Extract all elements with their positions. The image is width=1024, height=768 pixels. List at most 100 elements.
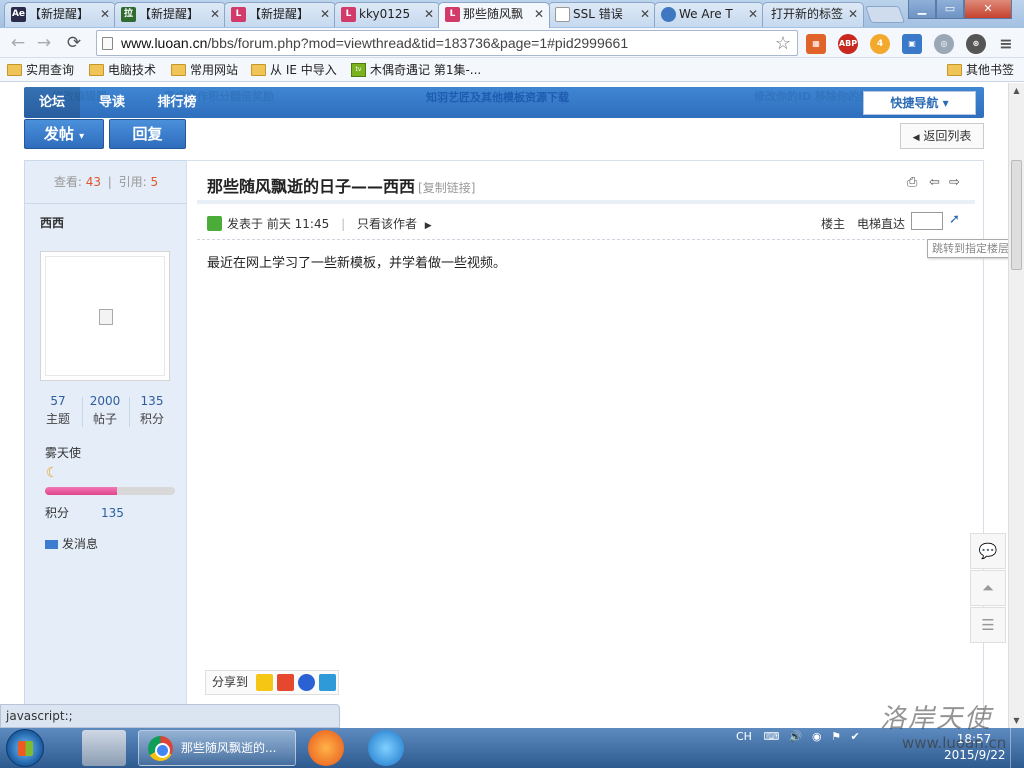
luoan-icon: L	[445, 7, 460, 22]
show-desktop-button[interactable]	[1010, 728, 1024, 768]
bookmark-folder[interactable]: 常用网站	[170, 61, 238, 79]
next-thread-icon[interactable]: ⇨	[949, 175, 960, 190]
page-scrollbar[interactable]: ▲ ▼	[1008, 83, 1024, 728]
page-icon	[102, 37, 113, 50]
tab-6[interactable]: SSL 错误 ✕	[548, 2, 656, 27]
weibo-icon[interactable]	[277, 674, 294, 691]
keyboard-icon[interactable]: ⌨	[763, 730, 779, 743]
flag-icon[interactable]: ⚑	[831, 730, 841, 743]
security-check-icon[interactable]: ✔	[851, 730, 860, 743]
close-icon[interactable]: ✕	[320, 3, 330, 25]
start-button[interactable]	[6, 729, 44, 767]
steering-icon[interactable]: ⊛	[966, 34, 986, 54]
only-author-link[interactable]: 只看该作者	[357, 217, 417, 231]
thread-title: 那些随风飘逝的日子——西西 [复制链接]	[207, 173, 475, 197]
other-bookmarks-folder[interactable]: 其他书签	[946, 61, 1014, 79]
floor-number-input[interactable]	[911, 212, 943, 230]
internet-explorer-icon[interactable]	[368, 730, 404, 766]
screenshot-icon[interactable]: ▣	[902, 34, 922, 54]
adblock-icon[interactable]: ABP	[838, 34, 858, 54]
avatar[interactable]	[40, 251, 170, 381]
scroll-down-icon[interactable]: ▼	[1009, 713, 1024, 728]
bookmark-folder[interactable]: 电脑技术	[88, 61, 156, 79]
scroll-up-icon[interactable]: ▲	[1009, 83, 1024, 98]
new-tab-button[interactable]	[864, 6, 906, 23]
quick-nav-button[interactable]: 快捷导航 ▾	[863, 91, 976, 115]
previous-thread-icon[interactable]: ⇦	[929, 175, 940, 190]
close-icon[interactable]: ✕	[100, 3, 110, 25]
tab-8[interactable]: 打开新的标签 ✕	[762, 2, 864, 27]
close-window-button[interactable]: ✕	[964, 0, 1012, 19]
network-icon[interactable]: ◉	[812, 730, 822, 743]
author-stat-posts[interactable]: 2000 帖子	[82, 394, 128, 427]
tab-2[interactable]: 拉 【新提醒】 ✕	[114, 2, 226, 27]
nav-tab-forum[interactable]: 论坛	[24, 87, 80, 118]
baidu-paw-icon[interactable]	[298, 674, 315, 691]
bookmark-item[interactable]: tv 木偶奇遇记 第1集-...	[350, 61, 481, 79]
qzone-icon[interactable]	[256, 674, 273, 691]
reload-icon[interactable]: ⟳	[62, 31, 86, 55]
tab-7[interactable]: We Are T ✕	[654, 2, 764, 27]
calculator-icon[interactable]	[82, 730, 126, 766]
menu-icon[interactable]: ≡	[996, 34, 1016, 54]
close-icon[interactable]: ✕	[210, 3, 220, 25]
jump-floor-icon[interactable]: ➚	[949, 212, 960, 227]
tab-5-label: 那些随风飘	[463, 7, 524, 21]
tab-5-active[interactable]: L 那些随风飘 ✕	[438, 2, 550, 28]
tab-6-label: SSL 错误	[573, 7, 623, 21]
new-thread-button[interactable]: 发帖 ▾	[24, 119, 104, 149]
minimize-button[interactable]: ▁	[908, 0, 936, 19]
print-icon[interactable]: ⎙	[907, 175, 917, 190]
author-stat-credits[interactable]: 135 积分	[129, 394, 175, 427]
taskbar-chrome-window[interactable]: 那些随风飘逝的...	[138, 730, 296, 766]
taskbar-clock[interactable]: 18:57 2015/9/22	[944, 731, 1006, 763]
bookmark-folder[interactable]: 实用查询	[6, 61, 74, 79]
address-bar[interactable]: www.luoan.cn/bbs/forum.php?mod=viewthrea…	[96, 30, 798, 56]
back-icon[interactable]: ←	[6, 31, 30, 55]
quick-nav-label: 快捷导航	[890, 96, 939, 110]
nav-tab-guide[interactable]: 导读	[84, 87, 140, 118]
weather-icon[interactable]: 4	[870, 34, 890, 54]
author-stat-threads[interactable]: 57 主题	[35, 394, 81, 427]
back-to-top-icon[interactable]: ⏶	[970, 570, 1006, 606]
bookmark-label: 常用网站	[190, 63, 239, 77]
online-status-icon	[207, 216, 222, 231]
taskbar-window-label: 那些随风飘逝的...	[181, 741, 277, 755]
close-icon[interactable]: ✕	[534, 3, 544, 25]
quick-reply-icon[interactable]: 💬	[970, 533, 1006, 569]
globe-icon[interactable]: ◎	[934, 34, 954, 54]
bookmark-star-icon[interactable]: ☆	[775, 31, 791, 55]
close-icon[interactable]: ✕	[424, 3, 434, 25]
app-icon[interactable]	[308, 730, 344, 766]
author-name[interactable]: 西西	[40, 214, 64, 231]
tab-3[interactable]: L 【新提醒】 ✕	[224, 2, 336, 27]
tab-4[interactable]: L kky0125 ✕	[334, 2, 440, 27]
send-message-link[interactable]: 发消息	[45, 535, 98, 552]
bookmark-folder[interactable]: 从 IE 中导入	[250, 61, 337, 79]
copy-link[interactable]: [复制链接]	[418, 181, 475, 195]
nav-tab-ranking[interactable]: 排行榜	[144, 87, 210, 118]
floor-label: 楼主	[821, 217, 846, 231]
tencent-weibo-icon[interactable]	[319, 674, 336, 691]
browser-window: Ae 【新提醒】 ✕ 拉 【新提醒】 ✕ L 【新提醒】 ✕ L kky0125…	[0, 0, 1024, 728]
nav-ghost-link[interactable]: 知羽艺匠及其他模板资源下载	[426, 89, 569, 105]
credits-row: 积分 135	[45, 504, 124, 521]
forward-icon[interactable]: →	[32, 31, 56, 55]
floor-tooltip: 跳转到指定楼层	[927, 239, 1008, 258]
close-icon[interactable]: ✕	[848, 3, 858, 25]
ime-indicator[interactable]: CH	[736, 730, 752, 743]
scroll-thumb[interactable]	[1011, 160, 1022, 270]
maximize-button[interactable]: ▭	[936, 0, 964, 19]
thread-title-text: 那些随风飘逝的日子——西西	[207, 177, 416, 196]
credits-value: 135	[101, 506, 124, 520]
posted-prefix: 发表于	[227, 217, 264, 231]
close-icon[interactable]: ✕	[640, 3, 650, 25]
volume-icon[interactable]: 🔊	[789, 730, 803, 743]
tab-1[interactable]: Ae 【新提醒】 ✕	[4, 2, 116, 27]
reply-button[interactable]: 回复	[109, 119, 186, 149]
back-to-list-button[interactable]: ◀ 返回列表	[900, 123, 984, 149]
list-icon[interactable]: ☰	[970, 607, 1006, 643]
stats-divider: |	[107, 175, 112, 189]
close-icon[interactable]: ✕	[748, 3, 758, 25]
extension-icon[interactable]: ▦	[806, 34, 826, 54]
